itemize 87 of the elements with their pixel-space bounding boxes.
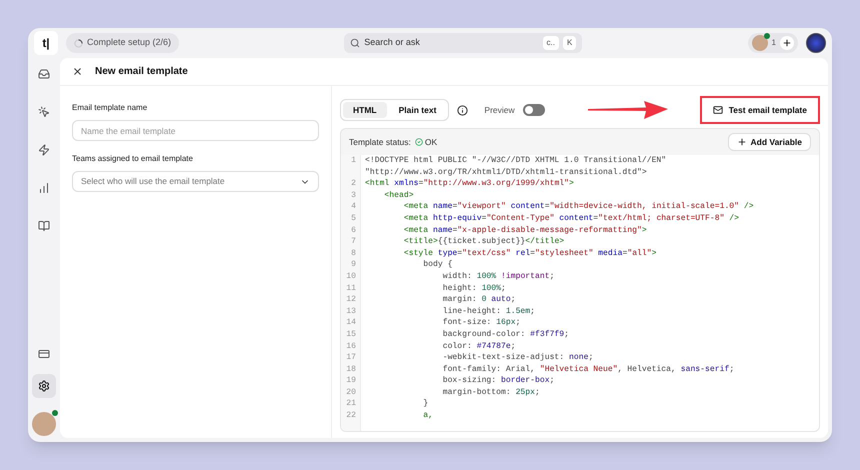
line-number: 3 <box>351 190 356 200</box>
search-field[interactable]: Search or ask c.. K <box>344 33 582 53</box>
line-number: 12 <box>346 295 356 304</box>
code-line: <style type="text/css" rel="stylesheet" media="all"> <box>402 248 658 260</box>
code-line: box-sizing: border-box; <box>442 375 556 387</box>
code-line: <!DOCTYPE html PUBLIC "-//W3C//DTD XHTML 1.0 Transitional//EN" <box>365 155 668 167</box>
settings-icon <box>38 380 50 392</box>
add-user-button[interactable] <box>780 36 794 50</box>
profile-avatar[interactable] <box>806 33 826 53</box>
status-label: Template status: <box>349 136 411 148</box>
plus-icon <box>736 137 746 147</box>
code-line: <meta name="viewport" content="width=device-width, initial-scale=1.0" /> <box>402 201 754 213</box>
logo[interactable]: t| <box>34 31 58 55</box>
plus-icon <box>782 38 792 48</box>
code-line: <title>{{ticket.subject}}</title> <box>402 236 566 248</box>
info-icon[interactable] <box>457 104 468 116</box>
book-icon <box>38 220 50 232</box>
code-line: } <box>422 398 430 410</box>
line-number: 4 <box>351 202 356 212</box>
field-label: Teams assigned to email template <box>72 153 194 165</box>
line-number: 11 <box>346 284 356 293</box>
code-line: body { <box>422 259 454 271</box>
code-line: line-height: 1.5em; <box>442 306 536 318</box>
line-number: 10 <box>346 272 356 281</box>
avatar[interactable] <box>32 412 56 436</box>
close-icon[interactable] <box>72 66 83 77</box>
code-line: font-size: 16px; <box>442 317 522 329</box>
lightning-icon <box>38 144 50 156</box>
sidebar-item[interactable] <box>32 374 56 398</box>
users-pill[interactable]: 1 <box>748 33 798 53</box>
line-number: 18 <box>346 364 356 374</box>
line-number: 17 <box>346 353 356 362</box>
code-line: <head> <box>383 190 415 202</box>
envelope-icon <box>712 105 723 115</box>
line-number: 1 <box>351 156 356 165</box>
select-field[interactable]: Select who will use the email template <box>72 171 319 192</box>
line-number: 14 <box>346 318 356 328</box>
preview-toggle[interactable] <box>522 104 545 116</box>
setup-progress-button[interactable]: Complete setup (2/6) <box>66 33 180 53</box>
bar-chart-icon <box>38 182 50 194</box>
line-number: 6 <box>351 226 356 235</box>
code-line: width: 100% !important; <box>442 270 556 283</box>
code-line: margin: 0 auto; <box>442 294 517 306</box>
check-circle-icon <box>414 138 423 146</box>
status-value: OK <box>424 136 438 148</box>
shortcut-key: c.. <box>542 36 559 50</box>
code-line: <html xmlns="http://www.w3.org/1999/xhtml"> <box>365 178 575 190</box>
tab[interactable]: Plain text <box>388 102 446 118</box>
line-number: 20 <box>346 388 356 397</box>
line-number: 2 <box>351 179 356 188</box>
sparkle-pointer-icon <box>38 106 50 118</box>
code-line: a, <box>422 410 434 422</box>
line-number: 13 <box>346 306 356 316</box>
line-number: 8 <box>351 248 356 258</box>
shortcut-key: K <box>562 36 576 50</box>
line-number: 16 <box>346 342 356 350</box>
input-field[interactable]: Name the email template <box>72 120 319 141</box>
code-line: height: 100%; <box>442 282 507 294</box>
test-email-button[interactable]: Test email template <box>702 99 817 121</box>
code-line: background-color: #f3f7f9; <box>442 328 570 340</box>
search-placeholder: Search or ask <box>364 36 421 50</box>
progress-ring-icon <box>74 38 83 48</box>
code-line: <meta name="x-apple-disable-message-reformatting"> <box>402 224 648 236</box>
inbox-icon <box>38 68 50 80</box>
tab[interactable]: HTML <box>343 102 387 118</box>
code-line: margin-bottom: 25px; <box>442 386 541 398</box>
user-count: 1 <box>772 37 776 49</box>
code-line: <meta http-equiv="Content-Type" content="text/html; charset=UTF-8" /> <box>402 212 740 225</box>
card-icon <box>38 348 50 360</box>
code-line: -webkit-text-size-adjust: none; <box>442 352 594 364</box>
code-line: font-family: Arial, "Helvetica Neue", Helvetica, sans-serif; <box>442 364 736 376</box>
line-number: 7 <box>351 237 356 246</box>
preview-label: Preview <box>484 104 515 116</box>
line-number: 9 <box>351 260 356 270</box>
line-number: 22 <box>346 411 356 420</box>
add-variable-button[interactable]: Add Variable <box>728 133 811 151</box>
line-number: 19 <box>346 376 356 386</box>
line-number: 5 <box>351 214 356 223</box>
field-label: Email template name <box>72 102 148 114</box>
avatar[interactable] <box>752 35 768 51</box>
search-icon <box>350 38 360 48</box>
select-placeholder: Select who will use the email template <box>81 175 225 188</box>
line-number: 15 <box>346 330 356 339</box>
panel-title: New email template <box>95 65 188 79</box>
line-number: 21 <box>346 399 356 408</box>
code-line: color: #74787e; <box>442 340 517 352</box>
code-line: "http://www.w3.org/TR/xhtml1/DTD/xhtml1-transitional.dtd"> <box>365 166 648 178</box>
